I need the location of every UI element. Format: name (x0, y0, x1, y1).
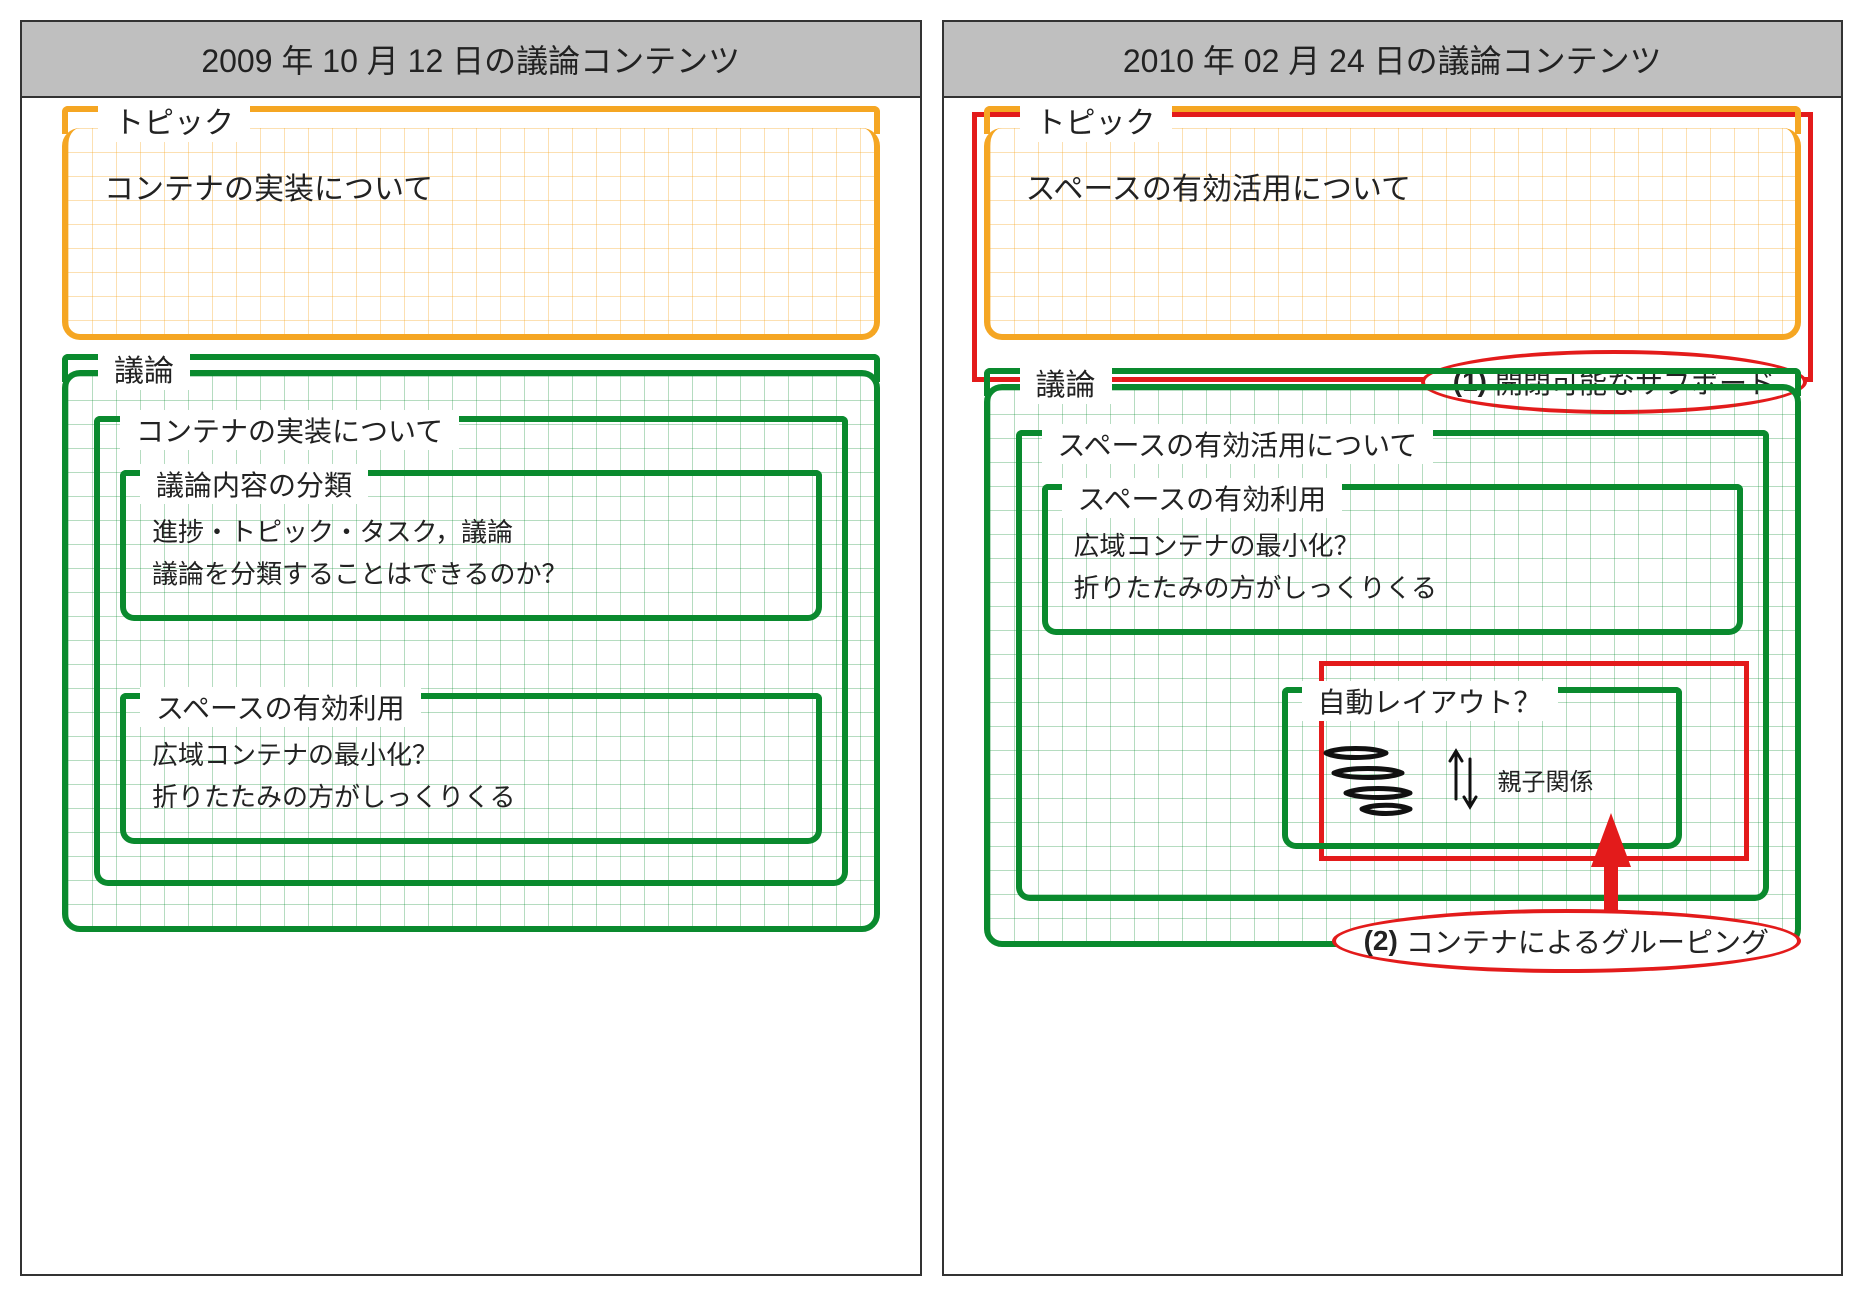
sketch-icon: 親子関係 (1308, 729, 1656, 823)
subtopic-title-left: コンテナの実装について (120, 410, 459, 450)
callout-2-text: コンテナによるグルーピング (1406, 921, 1769, 961)
topic-label-left: トピック (98, 98, 250, 142)
right-box2-note: 親子関係 (1498, 762, 1594, 797)
left-box2-label: スペースの有効利用 (140, 687, 421, 727)
panel-left-body: トピック コンテナの実装について 議論 コンテナの実装について (22, 98, 920, 992)
left-box1-line2: 議論を分類することはできるのか？ (146, 554, 796, 596)
topic-legend-left: トピック (62, 106, 880, 134)
left-box2: スペースの有効利用 広域コンテナの最小化？ 折りたたみの方がしっくりくる (120, 711, 822, 844)
discussion-box-left: 議論 コンテナの実装について 議論内容の分類 (62, 370, 880, 932)
topic-legend-right: トピック (984, 106, 1802, 134)
double-arrow-icon (1446, 739, 1480, 819)
left-box1: 議論内容の分類 進捗・トピック・タスク，議論 議論を分類することはできるのか？ (120, 488, 822, 621)
left-box2-line2: 折りたたみの方がしっくりくる (146, 777, 796, 819)
panel-left: 2009 年 10 月 12 日の議論コンテンツ トピック コンテナの実装につい… (20, 20, 922, 1276)
left-box1-line1: 進捗・トピック・タスク，議論 (146, 512, 796, 554)
callout-2-num: (2) (1364, 925, 1398, 957)
panel-right-body: トピック スペースの有効活用について (1) 開閉可能なサブボード 議論 (944, 98, 1842, 987)
topic-label-right: トピック (1020, 98, 1172, 142)
topic-text-left: コンテナの実装について (94, 158, 848, 308)
panel-left-header: 2009 年 10 月 12 日の議論コンテンツ (22, 22, 920, 98)
discussion-legend-right: 議論 (984, 368, 1802, 396)
panel-right-header: 2010 年 02 月 24 日の議論コンテンツ (944, 22, 1842, 98)
left-box1-label: 議論内容の分類 (140, 464, 368, 504)
topic-box-right: トピック スペースの有効活用について (984, 128, 1802, 340)
right-box1-line1: 広域コンテナの最小化？ (1068, 526, 1718, 568)
right-box1-line2: 折りたたみの方がしっくりくる (1068, 568, 1718, 610)
panel-right: 2010 年 02 月 24 日の議論コンテンツ トピック スペースの有効活用に… (942, 20, 1844, 1276)
discussion-legend-left: 議論 (62, 354, 880, 382)
topic-box-left: トピック コンテナの実装について (62, 128, 880, 340)
discussion-label-left: 議論 (98, 346, 190, 390)
right-box2-label: 自動レイアウト？ (1302, 681, 1558, 721)
subtopic-box-right: スペースの有効活用について スペースの有効利用 広域コンテナの最小化？ 折りたた… (1016, 448, 1770, 901)
subtopic-box-left: コンテナの実装について 議論内容の分類 進捗・トピック・タスク，議論 議論を分類… (94, 434, 848, 886)
discussion-label-right: 議論 (1020, 360, 1112, 404)
right-box1-label: スペースの有効利用 (1062, 478, 1343, 518)
topic-text-right: スペースの有効活用について (1016, 158, 1770, 308)
callout-2: (2) コンテナによるグルーピング (1332, 909, 1801, 973)
callout-2-arrow-head (1591, 813, 1631, 867)
discussion-box-right: 議論 スペースの有効活用について スペースの有効利用 (984, 384, 1802, 947)
right-box1: スペースの有効利用 広域コンテナの最小化？ 折りたたみの方がしっくりくる (1042, 502, 1744, 635)
subtopic-title-right: スペースの有効活用について (1042, 424, 1434, 464)
left-box2-line1: 広域コンテナの最小化？ (146, 735, 796, 777)
